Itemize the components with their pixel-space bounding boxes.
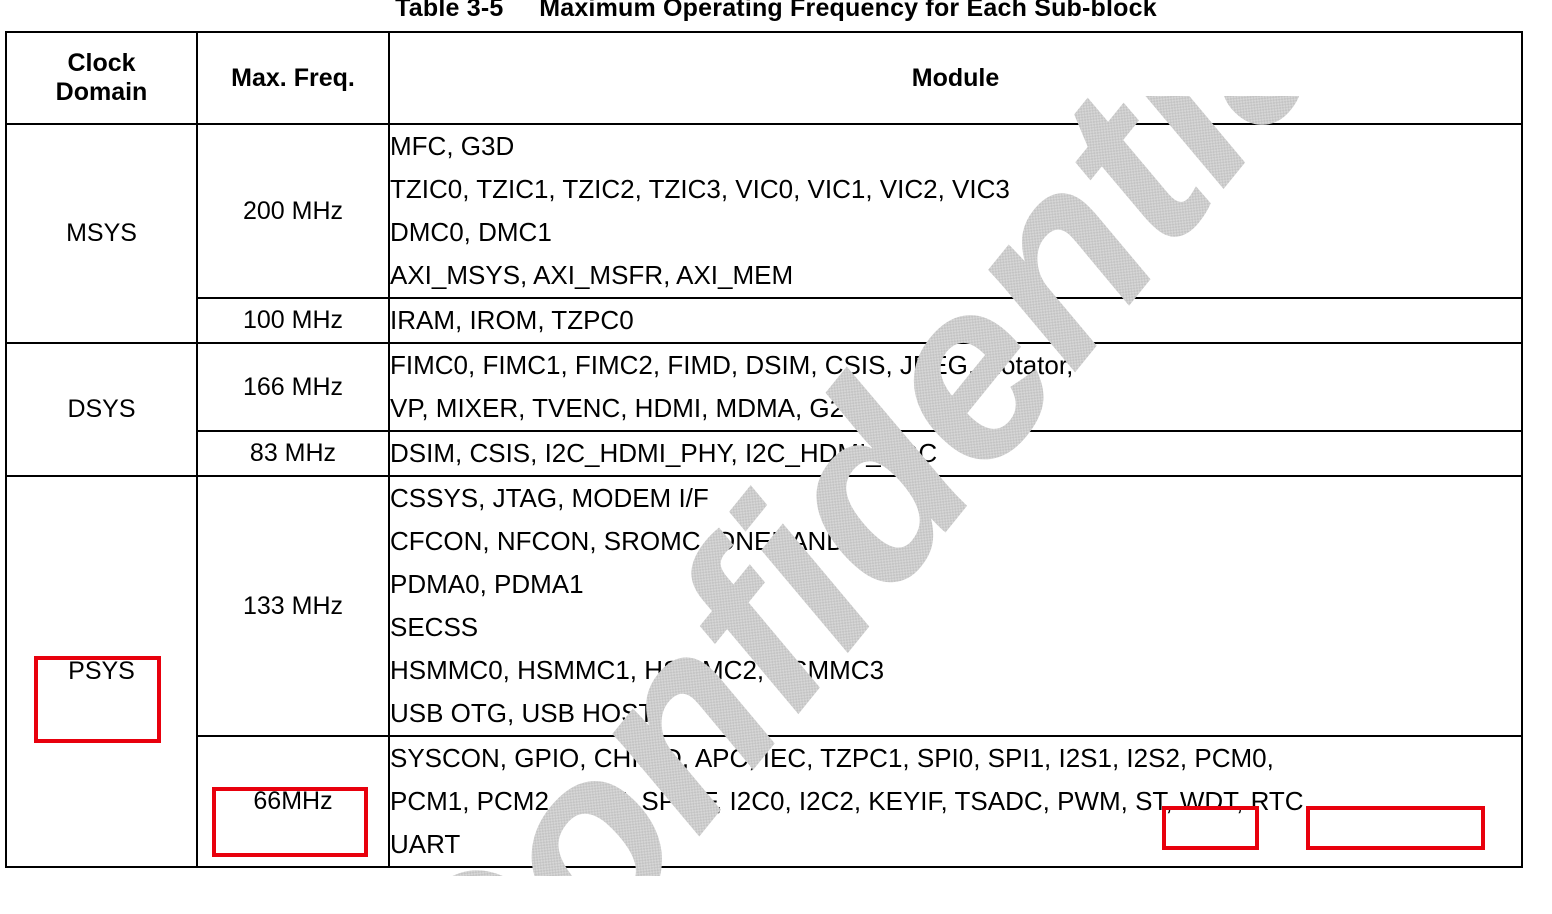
module-line: SYSCON, GPIO, CHIPID, APC, IEC, TZPC1, S…	[390, 743, 1274, 773]
cell-modules-msys-200mhz: MFC, G3D TZIC0, TZIC1, TZIC2, TZIC3, VIC…	[388, 123, 1523, 299]
module-line: USB OTG, USB HOST	[390, 698, 655, 728]
table-row: 83 MHz DSIM, CSIS, I2C_HDMI_PHY, I2C_HDM…	[6, 430, 1523, 477]
table-row: 100 MHz IRAM, IROM, TZPC0	[6, 297, 1523, 344]
document-page: Table 3-5 Maximum Operating Frequency fo…	[0, 0, 1552, 914]
cell-modules-psys-66mhz: SYSCON, GPIO, CHIPID, APC, IEC, TZPC1, S…	[388, 735, 1523, 868]
module-line: SECSS	[390, 612, 479, 642]
max-operating-frequency-table: Clock Domain Max. Freq. Module MSYS 200 …	[5, 31, 1523, 868]
cell-modules-psys-133mhz: CSSYS, JTAG, MODEM I/F CFCON, NFCON, SRO…	[388, 475, 1523, 737]
module-line: IRAM, IROM, TZPC0	[390, 305, 634, 335]
cell-freq-200mhz: 200 MHz	[196, 123, 390, 299]
table-body: MSYS 200 MHz MFC, G3D TZIC0, TZIC1, TZIC…	[5, 123, 1523, 868]
module-line: PDMA0, PDMA1	[390, 569, 584, 599]
header-max-freq: Max. Freq.	[196, 31, 390, 125]
cell-freq-133mhz: 133 MHz	[196, 475, 390, 737]
cell-modules-msys-100mhz: IRAM, IROM, TZPC0	[388, 297, 1523, 344]
table-row: 66MHz SYSCON, GPIO, CHIPID, APC, IEC, TZ…	[6, 735, 1523, 868]
cell-freq-100mhz: 100 MHz	[196, 297, 390, 344]
cell-clock-domain-msys: MSYS	[5, 123, 198, 344]
header-clock-domain-line1: Clock	[67, 49, 136, 78]
cell-clock-domain-dsys: DSYS	[5, 342, 198, 477]
module-line: UART	[390, 829, 461, 859]
cell-freq-83mhz: 83 MHz	[196, 430, 390, 477]
module-line: CFCON, NFCON, SROMC, ONENAND	[390, 526, 845, 556]
table-caption: Table 3-5 Maximum Operating Frequency fo…	[395, 0, 1157, 22]
table-row: MSYS 200 MHz MFC, G3D TZIC0, TZIC1, TZIC…	[5, 123, 1523, 344]
header-clock-domain: Clock Domain	[5, 31, 198, 125]
cell-modules-dsys-83mhz: DSIM, CSIS, I2C_HDMI_PHY, I2C_HDMI_DDC	[388, 430, 1523, 477]
module-line: HSMMC0, HSMMC1, HSMMC2, HSMMC3	[390, 655, 885, 685]
cell-freq-166mhz: 166 MHz	[196, 342, 390, 432]
table-row: DSYS 166 MHz FIMC0, FIMC1, FIMC2, FIMD, …	[5, 342, 1523, 477]
module-line: DSIM, CSIS, I2C_HDMI_PHY, I2C_HDMI_DDC	[390, 438, 938, 468]
module-line: PCM1, PCM2, AC97, SPDIF, I2C0, I2C2, KEY…	[390, 786, 1311, 816]
cell-modules-dsys-166mhz: FIMC0, FIMC1, FIMC2, FIMD, DSIM, CSIS, J…	[388, 342, 1523, 432]
module-line: FIMC0, FIMC1, FIMC2, FIMD, DSIM, CSIS, J…	[390, 350, 1074, 380]
table-row: PSYS 133 MHz CSSYS, JTAG, MODEM I/F CFCO…	[5, 475, 1523, 868]
module-line: CSSYS, JTAG, MODEM I/F	[390, 483, 709, 513]
module-line: MFC, G3D	[390, 131, 515, 161]
header-module: Module	[388, 31, 1523, 125]
cell-freq-66mhz: 66MHz	[196, 735, 390, 868]
module-line: AXI_MSYS, AXI_MSFR, AXI_MEM	[390, 260, 794, 290]
module-line: VP, MIXER, TVENC, HDMI, MDMA, G2D	[390, 393, 863, 423]
cell-clock-domain-psys: PSYS	[5, 475, 198, 868]
header-clock-domain-line2: Domain	[55, 78, 148, 106]
table-header: Clock Domain Max. Freq. Module	[5, 31, 1523, 125]
module-line: DMC0, DMC1	[390, 217, 552, 247]
header-row: Clock Domain Max. Freq. Module	[5, 31, 1523, 125]
module-line: TZIC0, TZIC1, TZIC2, TZIC3, VIC0, VIC1, …	[390, 174, 1010, 204]
